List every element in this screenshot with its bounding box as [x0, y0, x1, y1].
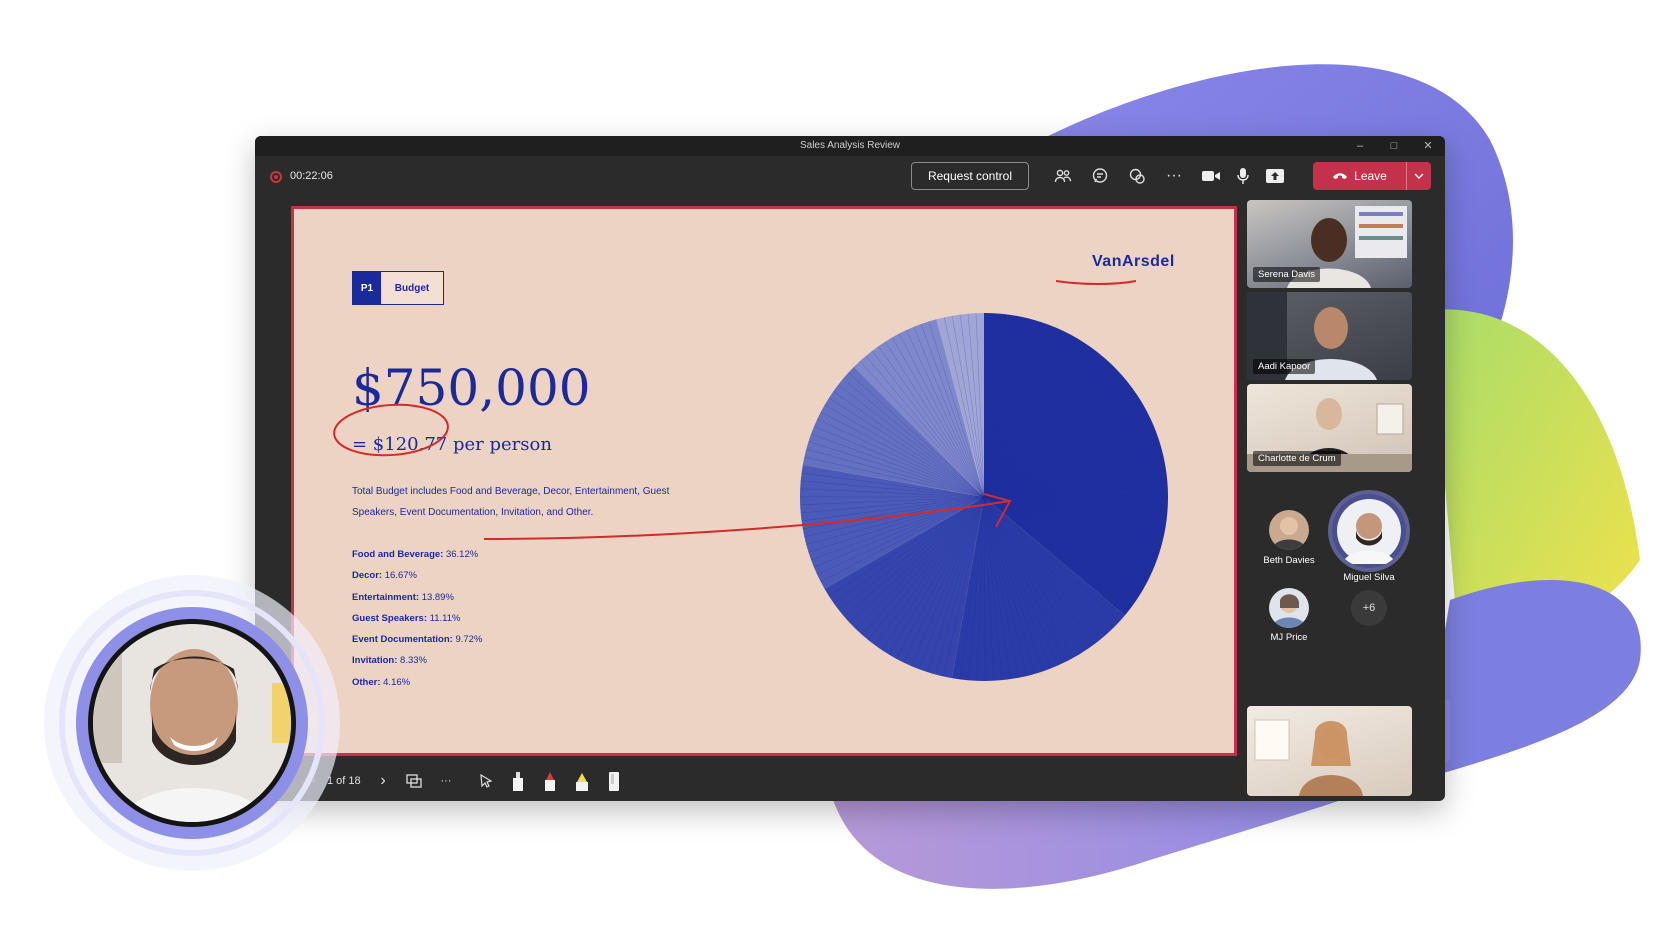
- participant-name: Beth Davies: [1263, 555, 1315, 566]
- breakdown-item: Guest Speakers: 11.11%: [352, 612, 461, 624]
- chat-icon[interactable]: [1088, 164, 1112, 188]
- phone-hangup-icon: [1333, 173, 1348, 179]
- video-tile-charlotte[interactable]: Charlotte de Crum: [1247, 384, 1412, 472]
- breakdown-item: Event Documentation: 9.72%: [352, 634, 483, 646]
- leave-button[interactable]: Leave: [1313, 162, 1431, 190]
- slide-tag-number: P1: [353, 272, 381, 304]
- slide-tag-label: Budget: [381, 272, 443, 304]
- participant-name: Miguel Silva: [1343, 572, 1395, 583]
- self-preview-tile[interactable]: [1247, 706, 1412, 796]
- people-icon[interactable]: [1051, 164, 1075, 188]
- next-slide-icon[interactable]: ›: [373, 770, 393, 792]
- breakdown-item: Other: 4.16%: [352, 676, 411, 688]
- total-budget: $750,000: [352, 359, 591, 417]
- slide-tag: P1 Budget: [352, 271, 444, 305]
- presenter-controls: ‹ 1 of 18 › ···: [255, 764, 1240, 798]
- more-options-icon[interactable]: ···: [435, 770, 457, 792]
- red-pen-icon[interactable]: [539, 770, 561, 792]
- avatar-miguel-speaking[interactable]: [1332, 494, 1406, 568]
- eraser-icon[interactable]: [603, 770, 625, 792]
- leave-main[interactable]: Leave: [1313, 169, 1406, 183]
- budget-description: Total Budget includes Food and Beverage,…: [352, 486, 670, 518]
- shared-slide: P1 Budget VanArsdel $750,000 = $120.77 p…: [291, 206, 1237, 756]
- breakdown-item: Invitation: 8.33%: [352, 655, 427, 667]
- brand-logo: VanArsdel: [1092, 253, 1175, 270]
- chevron-down-icon[interactable]: [1406, 162, 1431, 190]
- participant-name: Serena Davis: [1253, 267, 1321, 282]
- video-tile-serena[interactable]: Serena Davis: [1247, 200, 1412, 288]
- video-tile-aadi[interactable]: Aadi Kapoor: [1247, 292, 1412, 380]
- meeting-toolbar: 00:22:06 Request control ··· Leave: [255, 156, 1445, 198]
- more-icon[interactable]: ···: [1162, 164, 1186, 188]
- camera-icon[interactable]: [1199, 164, 1223, 188]
- avatar-mj[interactable]: [1269, 588, 1309, 628]
- reactions-icon[interactable]: [1125, 164, 1149, 188]
- window-title: Sales Analysis Review: [799, 140, 901, 151]
- close-icon[interactable]: ✕: [1411, 136, 1445, 156]
- ink-underline: [1055, 280, 1137, 285]
- breakdown-item: Decor: 16.67%: [352, 570, 417, 582]
- participants-panel: Serena Davis Aadi Kapoor Charlotte de Cr…: [1247, 198, 1412, 798]
- more-participants-button[interactable]: +6: [1351, 590, 1387, 626]
- laser-pen-icon[interactable]: [507, 770, 529, 792]
- title-bar: Sales Analysis Review – □ ✕: [255, 136, 1445, 156]
- pointer-icon[interactable]: [475, 770, 497, 792]
- meeting-window: Sales Analysis Review – □ ✕ 00:22:06 Req…: [255, 136, 1445, 801]
- avatar-beth[interactable]: [1269, 510, 1309, 550]
- meeting-timer: 00:22:06: [290, 170, 333, 182]
- floating-camera-bubble: [44, 575, 340, 871]
- per-person-cost: = $120.77 per person: [352, 434, 552, 455]
- budget-pie-chart: [799, 313, 1168, 681]
- request-control-button[interactable]: Request control: [911, 162, 1029, 190]
- slide-grid-icon[interactable]: [403, 770, 425, 792]
- participant-name: Aadi Kapoor: [1253, 359, 1316, 374]
- highlighter-icon[interactable]: [571, 770, 593, 792]
- breakdown-item: Entertainment: 13.89%: [352, 591, 454, 603]
- breakdown-item: Food and Beverage: 36.12%: [352, 549, 479, 560]
- budget-breakdown-list: Food and Beverage: 36.12% Decor: 16.67% …: [352, 549, 482, 698]
- participant-name: MJ Price: [1270, 632, 1308, 643]
- mic-icon[interactable]: [1231, 164, 1255, 188]
- participant-video: [1254, 719, 1363, 796]
- share-icon[interactable]: [1263, 164, 1287, 188]
- recording-icon: [270, 171, 282, 183]
- maximize-icon[interactable]: □: [1377, 136, 1411, 156]
- participant-name: Charlotte de Crum: [1253, 451, 1341, 466]
- leave-label: Leave: [1354, 169, 1387, 183]
- minimize-icon[interactable]: –: [1343, 136, 1377, 156]
